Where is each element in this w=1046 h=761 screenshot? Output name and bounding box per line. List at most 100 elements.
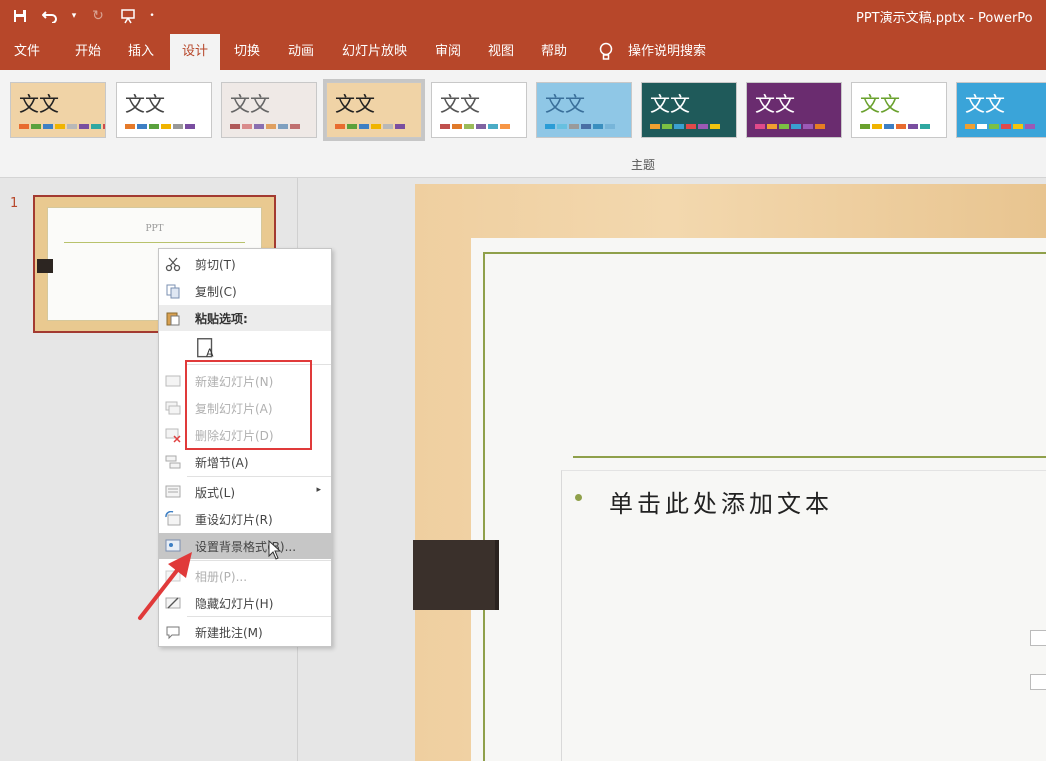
tab-review[interactable]: 审阅 [435, 34, 461, 70]
context-menu-item[interactable]: 复制(C) [159, 278, 331, 304]
tab-transitions[interactable]: 切换 [234, 34, 260, 70]
theme-label: 文文 [335, 92, 375, 116]
tell-me-search[interactable]: 操作说明搜索 [628, 34, 706, 70]
tab-view[interactable]: 视图 [488, 34, 514, 70]
context-menu-item[interactable]: 剪切(T) [159, 251, 331, 277]
context-menu-item-label: 相册(P)... [195, 570, 248, 584]
menu-separator [187, 560, 331, 561]
theme-thumbnail[interactable]: 文文 [10, 82, 106, 138]
context-menu-item-label: 版式(L) [195, 486, 236, 500]
title-separator-line [573, 456, 1046, 458]
theme-label: 文文 [230, 92, 270, 116]
tab-animations[interactable]: 动画 [288, 34, 314, 70]
theme-color-swatches [125, 124, 195, 129]
context-menu-item-label: 隐藏幻灯片(H) [195, 597, 274, 611]
theme-label: 文文 [440, 92, 480, 116]
paste-icon [165, 310, 181, 326]
theme-label: 文文 [755, 92, 795, 116]
theme-thumbnail[interactable]: 文文 [746, 82, 842, 138]
theme-color-swatches [230, 124, 300, 129]
slide-number: 1 [10, 196, 19, 211]
reset-slide-icon [165, 510, 181, 527]
bullet-dot [575, 494, 582, 501]
tab-help[interactable]: 帮助 [541, 34, 567, 70]
theme-label: 文文 [545, 92, 585, 116]
paste-keep-text-icon: A [195, 336, 217, 360]
document-title: PPT演示文稿.pptx - PowerPo [856, 11, 1033, 26]
redo-button[interactable]: ↻ [86, 4, 110, 28]
context-menu-item[interactable]: A [159, 333, 331, 363]
customize-qat-button[interactable]: • [146, 4, 158, 28]
theme-thumbnail[interactable]: 文文 [221, 82, 317, 138]
red-highlight-box [185, 360, 312, 450]
group-label-themes: 主题 [631, 158, 656, 172]
content-placeholder-text[interactable]: 单击此处添加文本 [609, 484, 833, 519]
undo-icon [42, 11, 57, 23]
menu-separator [187, 476, 331, 477]
theme-color-swatches [19, 124, 105, 129]
tab-home[interactable]: 开始 [75, 34, 101, 70]
save-icon [14, 10, 26, 22]
context-menu-item-label: 粘贴选项: [195, 312, 248, 326]
tab-file[interactable]: 文件 [14, 34, 40, 70]
thumbnail-title-line [64, 242, 245, 243]
layout-icon [165, 484, 181, 500]
undo-dropdown-button[interactable]: ▾ [68, 4, 80, 28]
mouse-cursor-icon [268, 540, 282, 560]
menu-separator [187, 616, 331, 617]
theme-thumbnail[interactable]: 文文 [956, 82, 1046, 138]
present-button[interactable] [116, 4, 140, 28]
tab-slideshow[interactable]: 幻灯片放映 [342, 34, 407, 70]
insert-picture-icon[interactable] [1030, 674, 1046, 690]
context-menu-item[interactable]: 新增节(A) [159, 449, 331, 475]
theme-color-swatches [650, 124, 720, 129]
binder-clip [413, 540, 499, 610]
context-menu-item: 粘贴选项: [159, 305, 331, 331]
context-menu-item[interactable]: 版式(L) ▸ [159, 479, 331, 505]
context-menu-item-label: 新建批注(M) [195, 626, 263, 640]
undo-button[interactable] [38, 4, 62, 28]
new-comment-icon [165, 624, 181, 640]
svg-text:A: A [206, 347, 214, 358]
add-section-icon [165, 454, 181, 470]
theme-thumbnail[interactable]: 文文 [641, 82, 737, 138]
theme-label: 文文 [860, 92, 900, 116]
slide-editor: 单击此处添加文本 [299, 178, 1046, 761]
context-menu-item-label: 剪切(T) [195, 258, 236, 272]
insert-table-icon[interactable] [1030, 630, 1046, 646]
context-menu-item-label: 复制(C) [195, 285, 237, 299]
thumbnail-title: PPT [145, 224, 164, 234]
context-menu-item-label: 新增节(A) [195, 456, 249, 470]
delete-slide-icon [165, 427, 181, 443]
copy-icon [165, 283, 181, 299]
chevron-down-icon: ▾ [71, 11, 77, 21]
slide-canvas[interactable]: 单击此处添加文本 [413, 184, 1046, 761]
save-button[interactable] [8, 4, 32, 28]
context-menu-item[interactable]: 重设幻灯片(R) [159, 506, 331, 532]
scissors-icon [165, 256, 181, 272]
red-arrow-annotation [138, 552, 192, 620]
slideshow-icon [121, 9, 135, 24]
theme-thumbnail[interactable]: 文文 [431, 82, 527, 138]
theme-thumbnail[interactable]: 文文 [851, 82, 947, 138]
theme-label: 文文 [965, 92, 1005, 116]
theme-color-swatches [755, 124, 825, 129]
context-menu-item[interactable]: 新建批注(M) [159, 619, 331, 645]
theme-thumbnail[interactable]: 文文 [536, 82, 632, 138]
lightbulb-icon [599, 42, 613, 60]
ribbon-tabs: 文件 开始 插入 设计 切换 动画 幻灯片放映 审阅 视图 帮助 操作说明搜索 [0, 34, 1046, 70]
tab-insert[interactable]: 插入 [128, 34, 154, 70]
theme-color-swatches [965, 124, 1035, 129]
context-menu-item-label: 重设幻灯片(R) [195, 513, 273, 527]
theme-color-swatches [860, 124, 930, 129]
new-slide-icon [165, 373, 181, 389]
theme-color-swatches [335, 124, 405, 129]
theme-thumbnail[interactable]: 文文 [116, 82, 212, 138]
tab-design[interactable]: 设计 [170, 34, 221, 70]
chevron-right-icon: ▸ [316, 485, 321, 495]
dot-icon: • [149, 11, 155, 21]
duplicate-slide-icon [165, 400, 181, 416]
thumbnail-binder-clip [37, 259, 53, 273]
theme-color-swatches [545, 124, 615, 129]
theme-thumbnail[interactable]: 文文 [323, 79, 425, 141]
